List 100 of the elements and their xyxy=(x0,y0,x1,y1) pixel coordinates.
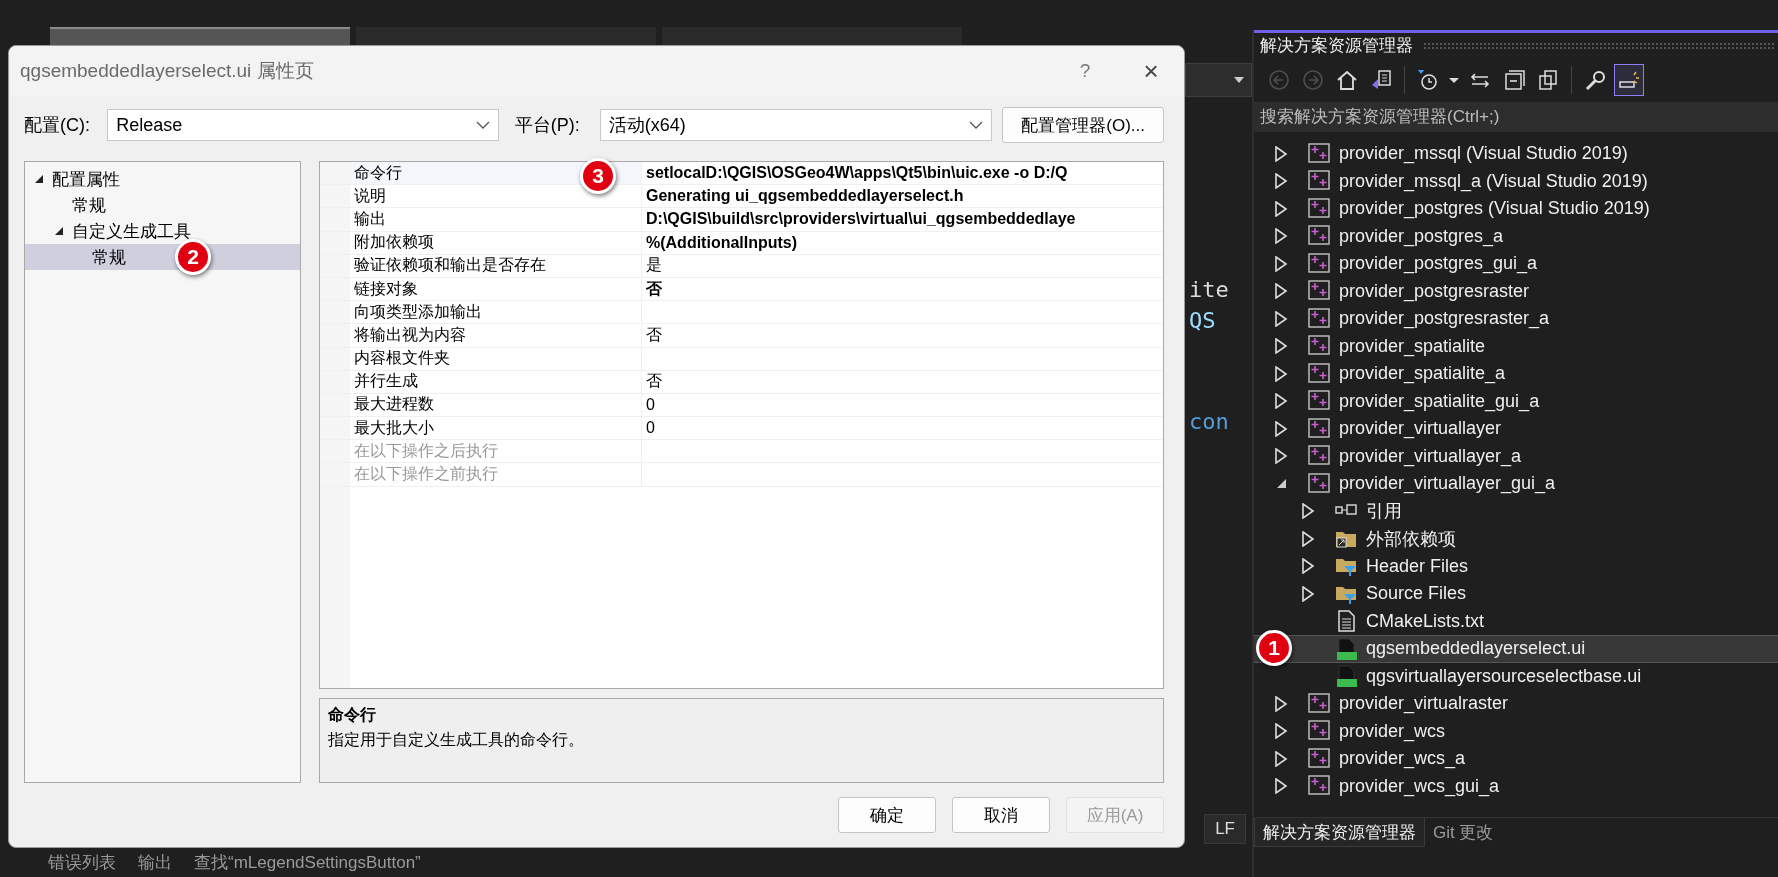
tree-item[interactable]: 引用 xyxy=(1254,497,1778,525)
expand-arrow-icon[interactable] xyxy=(1274,448,1288,465)
tree-item[interactable]: provider_mssql (Visual Studio 2019) xyxy=(1254,140,1778,168)
toolbar-button[interactable] xyxy=(1614,64,1644,96)
property-name[interactable]: 链接对象 xyxy=(350,277,642,301)
tree-item[interactable]: 外部依赖项 xyxy=(1254,525,1778,553)
expand-arrow-icon[interactable] xyxy=(1274,723,1288,740)
property-name[interactable]: 最大进程数 xyxy=(350,393,642,417)
expand-arrow-icon[interactable] xyxy=(1274,393,1288,410)
tree-item[interactable]: provider_spatialite_a xyxy=(1254,360,1778,388)
collapse-icon xyxy=(1503,69,1525,91)
property-name[interactable]: 内容根文件夹 xyxy=(350,347,642,370)
tree-item[interactable]: provider_spatialite_gui_a xyxy=(1254,387,1778,415)
project-icon xyxy=(1308,307,1330,330)
property-name[interactable]: 将输出视为内容 xyxy=(350,324,642,347)
project-icon xyxy=(1308,747,1330,770)
tree-item[interactable]: provider_virtuallayer_gui_a xyxy=(1254,470,1778,498)
chevron-icon xyxy=(969,121,984,129)
property-value: 是 xyxy=(645,255,663,276)
property-name[interactable]: 验证依赖项和输出是否存在 xyxy=(350,254,642,277)
tree-item[interactable]: provider_postgresraster_a xyxy=(1254,305,1778,333)
expand-arrow-icon[interactable] xyxy=(1274,310,1288,327)
expand-arrow-icon[interactable] xyxy=(1274,695,1288,712)
code-text: con xyxy=(1188,409,1229,434)
expand-arrow-icon[interactable] xyxy=(1274,173,1288,190)
document-icon xyxy=(1370,69,1392,91)
property-name[interactable]: 说明 xyxy=(350,185,642,208)
expand-arrow-icon[interactable] xyxy=(1274,283,1288,300)
dialog-button[interactable]: 取消 xyxy=(952,797,1050,833)
dropdown-field[interactable]: 活动(x64) xyxy=(599,109,993,141)
project-icon xyxy=(1308,170,1330,193)
property-value: 0 xyxy=(645,394,656,415)
property-value: setlocalD:\QGIS\OSGeo4W\apps\Qt5\bin\uic.exe -o D:/Q xyxy=(645,163,1069,184)
property-name[interactable]: 附加依赖项 xyxy=(350,231,642,254)
home-icon xyxy=(1336,69,1358,91)
expand-arrow-icon[interactable] xyxy=(1274,420,1288,437)
panel-tab[interactable]: Git 更改 xyxy=(1425,818,1502,847)
dialog-button[interactable]: 确定 xyxy=(838,797,936,833)
expand-arrow-icon[interactable] xyxy=(1274,145,1288,162)
tree-item[interactable]: 配置属性 xyxy=(52,167,120,191)
code-text: QS xyxy=(1188,308,1216,333)
config-manager-button[interactable]: 配置管理器(O)... xyxy=(1002,107,1164,143)
tree-item[interactable]: provider_wcs_gui_a xyxy=(1254,772,1778,800)
panel-tab[interactable]: 输出 xyxy=(138,851,172,874)
caret-icon xyxy=(1449,77,1459,83)
expand-arrow-icon[interactable] xyxy=(1274,338,1288,355)
expand-arrow-icon[interactable] xyxy=(1274,778,1288,795)
description-title: 命令行 xyxy=(328,705,377,725)
expand-arrow-icon[interactable] xyxy=(1301,585,1315,602)
tree-item[interactable]: provider_postgresraster xyxy=(1254,277,1778,305)
search-field[interactable]: 搜索解决方案资源管理器(Ctrl+;) xyxy=(1254,102,1778,132)
property-name[interactable]: 最大批大小 xyxy=(350,417,642,440)
expand-arrow-icon[interactable] xyxy=(1274,365,1288,382)
field-label: 平台(P): xyxy=(514,114,581,137)
panel-tab[interactable]: 解决方案资源管理器 xyxy=(1254,818,1425,847)
tree-item[interactable]: provider_postgres_a xyxy=(1254,222,1778,250)
tree-item[interactable]: Source Files xyxy=(1254,580,1778,608)
tree-item[interactable]: provider_postgres (Visual Studio 2019) xyxy=(1254,195,1778,223)
tree-item[interactable]: 常规 xyxy=(92,245,126,269)
tree-item[interactable]: provider_postgres_gui_a xyxy=(1254,250,1778,278)
property-name[interactable]: 向项类型添加输出 xyxy=(350,301,642,324)
project-icon xyxy=(1308,280,1330,303)
panel-tab[interactable]: 错误列表 xyxy=(48,851,116,874)
tree-item[interactable]: Header Files xyxy=(1254,552,1778,580)
panel-tab[interactable]: 查找“mLegendSettingsButton” xyxy=(194,851,421,874)
tree-item[interactable]: provider_virtualraster xyxy=(1254,690,1778,718)
caret-icon xyxy=(1233,76,1245,84)
tree-item[interactable]: provider_mssql_a (Visual Studio 2019) xyxy=(1254,167,1778,195)
project-icon xyxy=(1308,252,1330,275)
property-name[interactable]: 并行生成 xyxy=(350,370,642,393)
dropdown-field[interactable]: Release xyxy=(107,109,499,141)
tree-item[interactable]: 常规 xyxy=(72,193,106,217)
property-value: 否 xyxy=(645,324,663,345)
property-name[interactable]: 输出 xyxy=(350,208,642,231)
dropdown-field[interactable] xyxy=(1185,63,1252,97)
expand-arrow-icon[interactable] xyxy=(1274,255,1288,272)
chevron-icon xyxy=(475,121,490,129)
tree-item[interactable]: provider_wcs_a xyxy=(1254,745,1778,773)
close-button[interactable]: × xyxy=(1128,55,1174,87)
line-ending-indicator[interactable]: LF xyxy=(1204,814,1246,844)
expand-arrow-icon[interactable] xyxy=(1301,558,1315,575)
ui-file-icon xyxy=(1335,665,1357,688)
tree-item[interactable]: provider_virtuallayer xyxy=(1254,415,1778,443)
text-file-icon xyxy=(1335,610,1357,633)
project-icon xyxy=(1308,472,1330,495)
help-button[interactable]: ? xyxy=(1062,60,1108,82)
expand-arrow-icon[interactable] xyxy=(1274,750,1288,767)
project-icon xyxy=(1308,692,1330,715)
expand-arrow-icon[interactable] xyxy=(1301,530,1315,547)
property-value: 0 xyxy=(645,418,656,439)
property-value: D:\QGIS\build\src\providers\virtual\ui_qgsembeddedlaye xyxy=(645,209,1077,230)
tree-item[interactable]: provider_virtuallayer_a xyxy=(1254,442,1778,470)
project-icon xyxy=(1308,362,1330,385)
tree-item[interactable]: provider_wcs xyxy=(1254,717,1778,745)
expand-arrow-icon[interactable] xyxy=(1301,503,1315,520)
expand-arrow-icon[interactable] xyxy=(1274,228,1288,245)
ui-file-icon xyxy=(1335,637,1357,660)
expand-arrow-icon[interactable] xyxy=(1274,200,1288,217)
tree-item[interactable]: provider_spatialite xyxy=(1254,332,1778,360)
description-text: 指定用于自定义生成工具的命令行。 xyxy=(328,730,585,750)
